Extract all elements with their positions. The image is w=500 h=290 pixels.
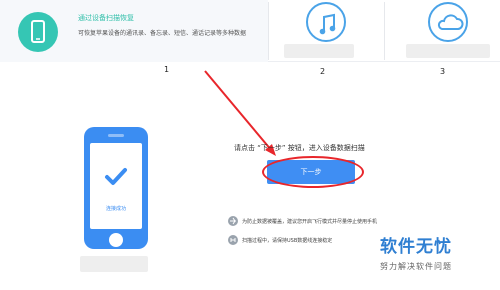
checkmark-icon <box>105 168 127 185</box>
phone-speaker <box>108 134 124 137</box>
device-illustration: 连接成功 <box>84 127 148 249</box>
usb-icon <box>228 235 238 245</box>
tip-text: 扫描过程中，请保持USB数据线连接稳定 <box>242 238 333 244</box>
watermark-subtitle: 努力解决软件问题 <box>380 262 452 271</box>
tip-text: 为防止数据被覆盖，建议您开启飞行模式并尽量停止使用手机 <box>242 219 378 225</box>
connection-status: 连接成功 <box>105 206 126 212</box>
airplane-icon <box>228 216 238 226</box>
phone-screen: 连接成功 <box>90 143 142 229</box>
instruction-text: 请点击 “下一步” 按钮，进入设备数据扫描 <box>234 144 365 152</box>
phone-home-button <box>109 233 123 247</box>
annotation-highlight <box>262 156 364 188</box>
watermark-title: 软件无忧 <box>380 237 452 257</box>
blurred-device-name <box>80 256 148 272</box>
